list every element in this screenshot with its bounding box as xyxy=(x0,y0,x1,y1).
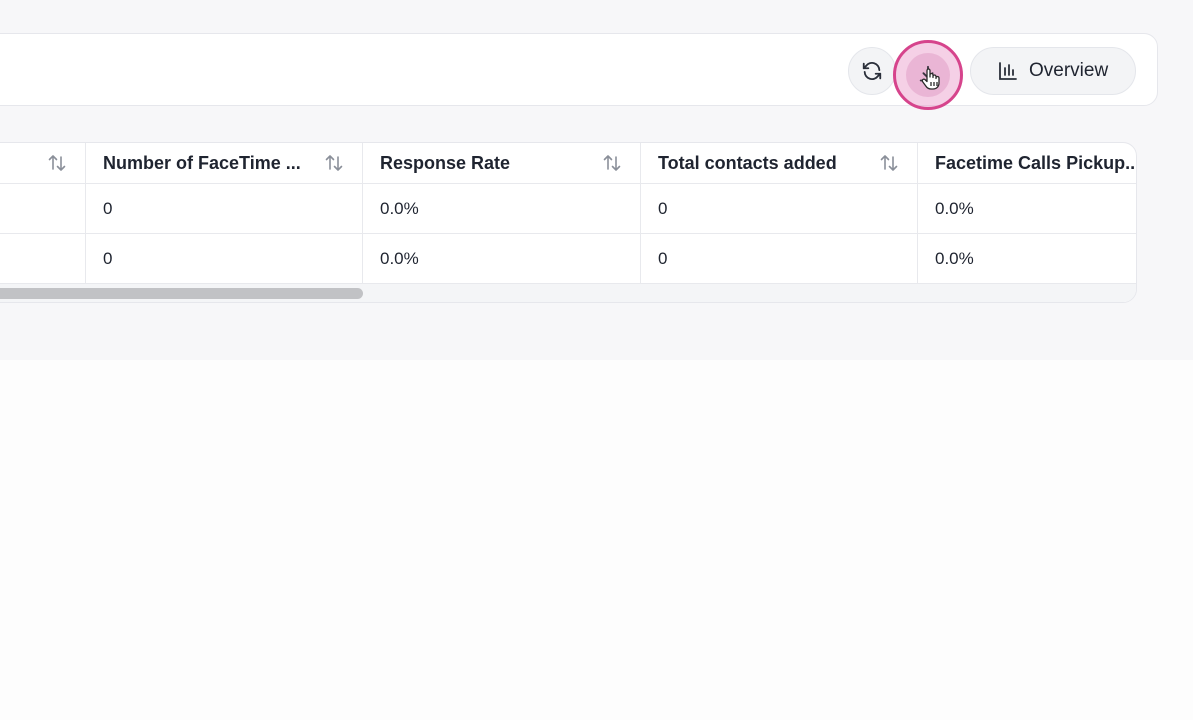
table-cell: 0.0% xyxy=(363,184,641,233)
table-cell: 0.0% xyxy=(935,198,974,218)
table-header-row: Number of FaceTime ... Response Rate Tot… xyxy=(0,143,1136,184)
table-cell: 0.0% xyxy=(935,248,974,268)
column-header-facetime-count[interactable]: Number of FaceTime ... xyxy=(86,143,363,183)
table-row: 0 0.0% 0 0.0% xyxy=(0,234,1136,284)
hand-cursor-icon xyxy=(921,68,940,90)
download-button-inner xyxy=(906,53,950,97)
column-header-facetime-pickup[interactable]: Facetime Calls Pickup.. xyxy=(918,143,1136,183)
scrollbar-thumb[interactable] xyxy=(0,288,363,299)
sort-icon[interactable] xyxy=(602,153,622,173)
content-area: Overview Number of FaceTime ... Response… xyxy=(0,0,1193,360)
column-header[interactable] xyxy=(0,143,86,183)
table-cell xyxy=(0,234,86,283)
table-cell: 0 xyxy=(86,184,363,233)
overview-button[interactable]: Overview xyxy=(970,47,1136,95)
table-row: 0 0.0% 0 0.0% xyxy=(0,184,1136,234)
data-table: Number of FaceTime ... Response Rate Tot… xyxy=(0,142,1137,303)
overview-label: Overview xyxy=(1029,60,1109,81)
download-button[interactable] xyxy=(893,40,963,110)
sort-icon[interactable] xyxy=(879,153,899,173)
column-header-total-contacts[interactable]: Total contacts added xyxy=(641,143,918,183)
sort-icon[interactable] xyxy=(324,153,344,173)
column-header-response-rate[interactable]: Response Rate xyxy=(363,143,641,183)
table-cell: 0 xyxy=(641,234,918,283)
table-cell: 0 xyxy=(641,184,918,233)
refresh-button[interactable] xyxy=(848,47,896,95)
bar-chart-icon xyxy=(999,62,1017,80)
table-cell xyxy=(0,184,86,233)
table-cell: 0 xyxy=(86,234,363,283)
sort-icon[interactable] xyxy=(47,153,67,173)
table-cell: 0.0% xyxy=(363,234,641,283)
refresh-icon xyxy=(862,62,882,80)
